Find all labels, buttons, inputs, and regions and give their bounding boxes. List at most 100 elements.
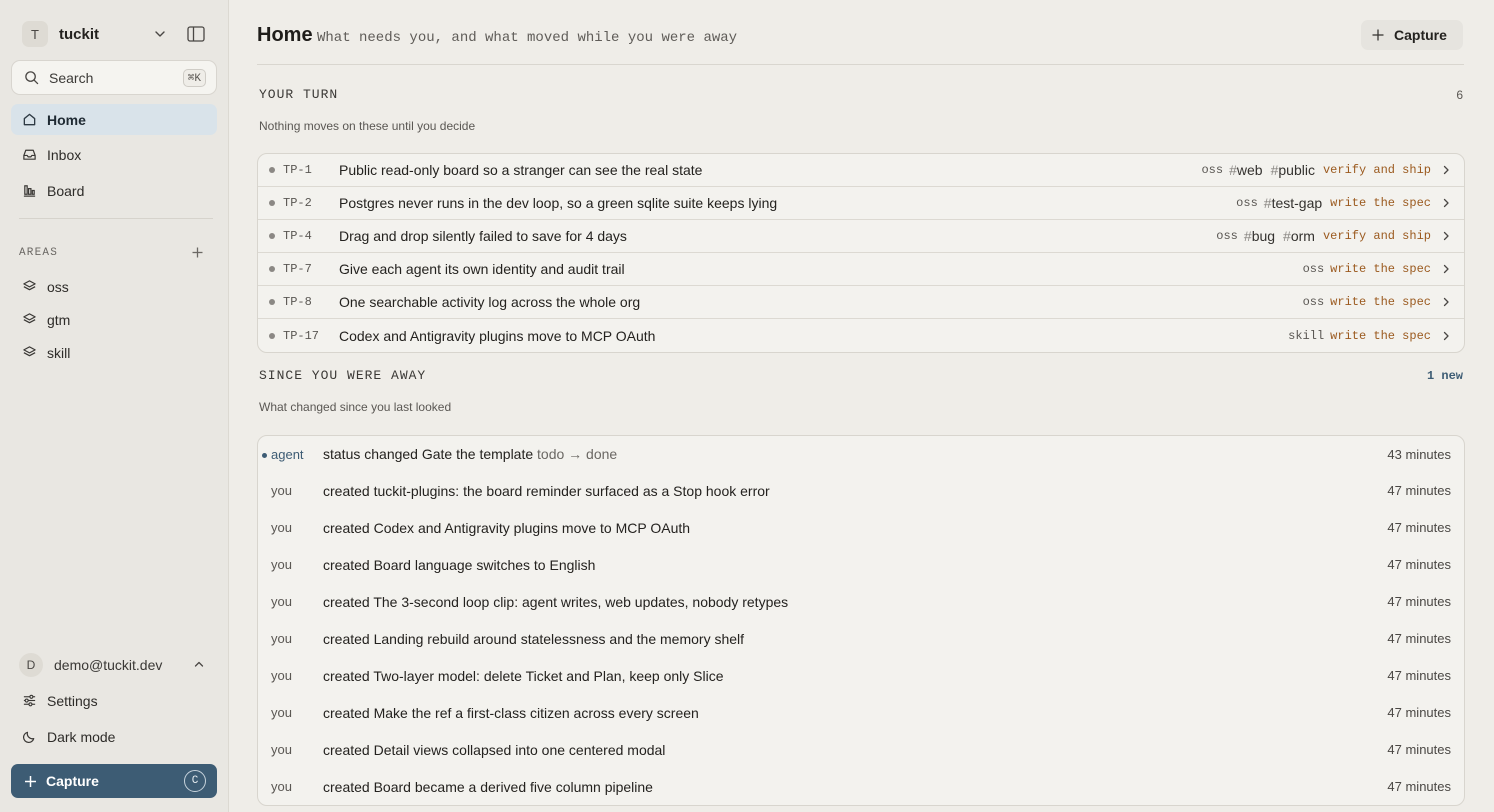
search-label: Search (49, 69, 94, 86)
next-step: write the spec (1330, 196, 1431, 210)
ticket-ref: TP-8 (283, 295, 312, 309)
activity-actor: you (271, 483, 323, 498)
actor-label: you (271, 557, 292, 572)
status-dot (269, 167, 275, 173)
nav-item-inbox[interactable]: Inbox (11, 139, 217, 170)
main-content: Home What needs you, and what moved whil… (229, 0, 1494, 812)
activity-row[interactable]: you created Detail views collapsed into o… (258, 731, 1464, 768)
user-menu[interactable]: D demo@tuckit.dev (19, 653, 213, 677)
activity-row[interactable]: you created Codex and Antigravity plugins… (258, 509, 1464, 546)
area-item-oss[interactable]: oss (11, 271, 217, 302)
tag-hash: # (1263, 195, 1272, 211)
workspace-switcher[interactable]: T tuckit (22, 21, 212, 47)
nav-item-label: Home (47, 111, 86, 128)
next-step: write the spec (1330, 328, 1431, 343)
nav-item-board[interactable]: Board (11, 175, 217, 206)
capture-label: Capture (1394, 27, 1447, 43)
turn-row[interactable]: TP-4 Drag and drop silently failed to sav… (258, 220, 1464, 253)
activity-actor: you (271, 705, 323, 720)
activity-text: status changed Gate the template todo → … (323, 446, 1387, 462)
capture-sidebar-button[interactable]: Capture C (11, 764, 217, 798)
turn-row[interactable]: TP-17 Codex and Antigravity plugins move … (258, 319, 1464, 352)
activity-row[interactable]: you created Board language switches to En… (258, 546, 1464, 583)
nav-item-home[interactable]: Home (11, 104, 217, 135)
actor-label: you (271, 742, 292, 757)
search-button[interactable]: Search ⌘K (11, 60, 217, 95)
ticket-ref: TP-2 (283, 196, 312, 210)
status-dot (269, 299, 275, 305)
capture-button[interactable]: Capture (1361, 20, 1463, 50)
activity-row[interactable]: you created Make the ref a first-class ci… (258, 694, 1464, 731)
activity-time: 47 minutes (1387, 779, 1451, 794)
ticket-ref: TP-17 (283, 328, 320, 343)
status-dot (269, 266, 275, 272)
activity-time: 47 minutes (1387, 668, 1451, 683)
ticket-area: oss (1201, 163, 1224, 177)
ticket-title: One searchable activity log across the w… (339, 294, 641, 310)
activity-row[interactable]: you created Two-layer model: delete Ticke… (258, 657, 1464, 694)
workspace-name: tuckit (59, 25, 100, 43)
ticket-tag: #test-gap (1264, 195, 1322, 211)
activity-description: status changed Gate the template (323, 446, 534, 462)
activity-actor: you (271, 520, 323, 535)
ticket-area: oss (1216, 229, 1238, 243)
activity-row[interactable]: you created Landing rebuild around statel… (258, 620, 1464, 657)
ticket-area: oss (1236, 196, 1258, 210)
chevron-right-icon (1443, 331, 1449, 340)
activity-description: created Two-layer model: delete Ticket a… (323, 667, 724, 684)
header-divider (257, 64, 1464, 65)
activity-text: created tuckit-plugins: the board remind… (323, 483, 1387, 499)
activity-actor: you (271, 668, 323, 683)
ticket-tag: #public (1271, 162, 1315, 178)
chevron-right-icon (1443, 264, 1449, 274)
ticket-meta: skill write the spec (1288, 329, 1451, 343)
capture-label: Capture (46, 773, 99, 789)
turn-row[interactable]: TP-8 One searchable activity log across t… (258, 286, 1464, 319)
activity-time: 47 minutes (1387, 557, 1451, 572)
activity-row[interactable]: you created tuckit-plugins: the board rem… (258, 472, 1464, 509)
tag-label: orm (1290, 228, 1315, 244)
your-turn-subtitle: Nothing moves on these until you decide (259, 119, 476, 133)
activity-description: created Board became a derived five colu… (323, 778, 653, 795)
page-subtitle: What needs you, and what moved while you… (317, 30, 738, 46)
layers-icon (23, 346, 36, 357)
area-item-skill[interactable]: skill (11, 337, 217, 368)
activity-time: 47 minutes (1387, 742, 1451, 757)
turn-row[interactable]: TP-2 Postgres never runs in the dev loop,… (258, 187, 1464, 220)
tag-hash: # (1229, 162, 1237, 178)
dark-mode-toggle[interactable]: Dark mode (11, 721, 217, 752)
activity-description: created Make the ref a first-class citiz… (323, 704, 699, 721)
area-item-gtm[interactable]: gtm (11, 304, 217, 335)
activity-row[interactable]: you created The 3-second loop clip: agent… (258, 583, 1464, 620)
activity-row[interactable]: you created Board became a derived five c… (258, 768, 1464, 805)
activity-description: created The 3-second loop clip: agent wr… (323, 593, 789, 610)
area-item-label: skill (47, 344, 71, 361)
home-icon (23, 113, 36, 126)
tag-label: test-gap (1271, 195, 1323, 211)
workspace-avatar: T (22, 21, 48, 47)
search-shortcut: ⌘K (182, 68, 206, 87)
area-item-label: gtm (47, 311, 71, 328)
turn-row[interactable]: TP-7 Give each agent its own identity and… (258, 253, 1464, 286)
chevron-right-icon (1443, 165, 1449, 175)
activity-row[interactable]: agent status changed Gate the template to… (258, 436, 1464, 472)
nav-item-label: Inbox (47, 146, 82, 163)
since-away-subtitle: What changed since you last looked (259, 400, 452, 414)
tag-label: public (1278, 162, 1315, 178)
sidebar-toggle-icon[interactable] (187, 26, 205, 42)
activity-text: created Codex and Antigravity plugins mo… (323, 520, 1387, 536)
activity-time: 43 minutes (1387, 446, 1451, 462)
tag-hash: # (1283, 228, 1291, 244)
nav-item-label: Board (47, 182, 85, 199)
dark-mode-label: Dark mode (47, 728, 116, 745)
add-area-icon[interactable] (191, 246, 204, 259)
activity-actor: you (271, 779, 323, 794)
board-icon (23, 185, 36, 197)
layers-icon (23, 313, 36, 324)
turn-row[interactable]: TP-1 Public read-only board so a stranger… (258, 154, 1464, 187)
ticket-meta: oss write the spec (1303, 295, 1451, 309)
unread-dot (262, 452, 267, 458)
next-step: verify and ship (1322, 163, 1431, 177)
next-step: write the spec (1330, 262, 1431, 276)
settings-button[interactable]: Settings (11, 685, 217, 716)
